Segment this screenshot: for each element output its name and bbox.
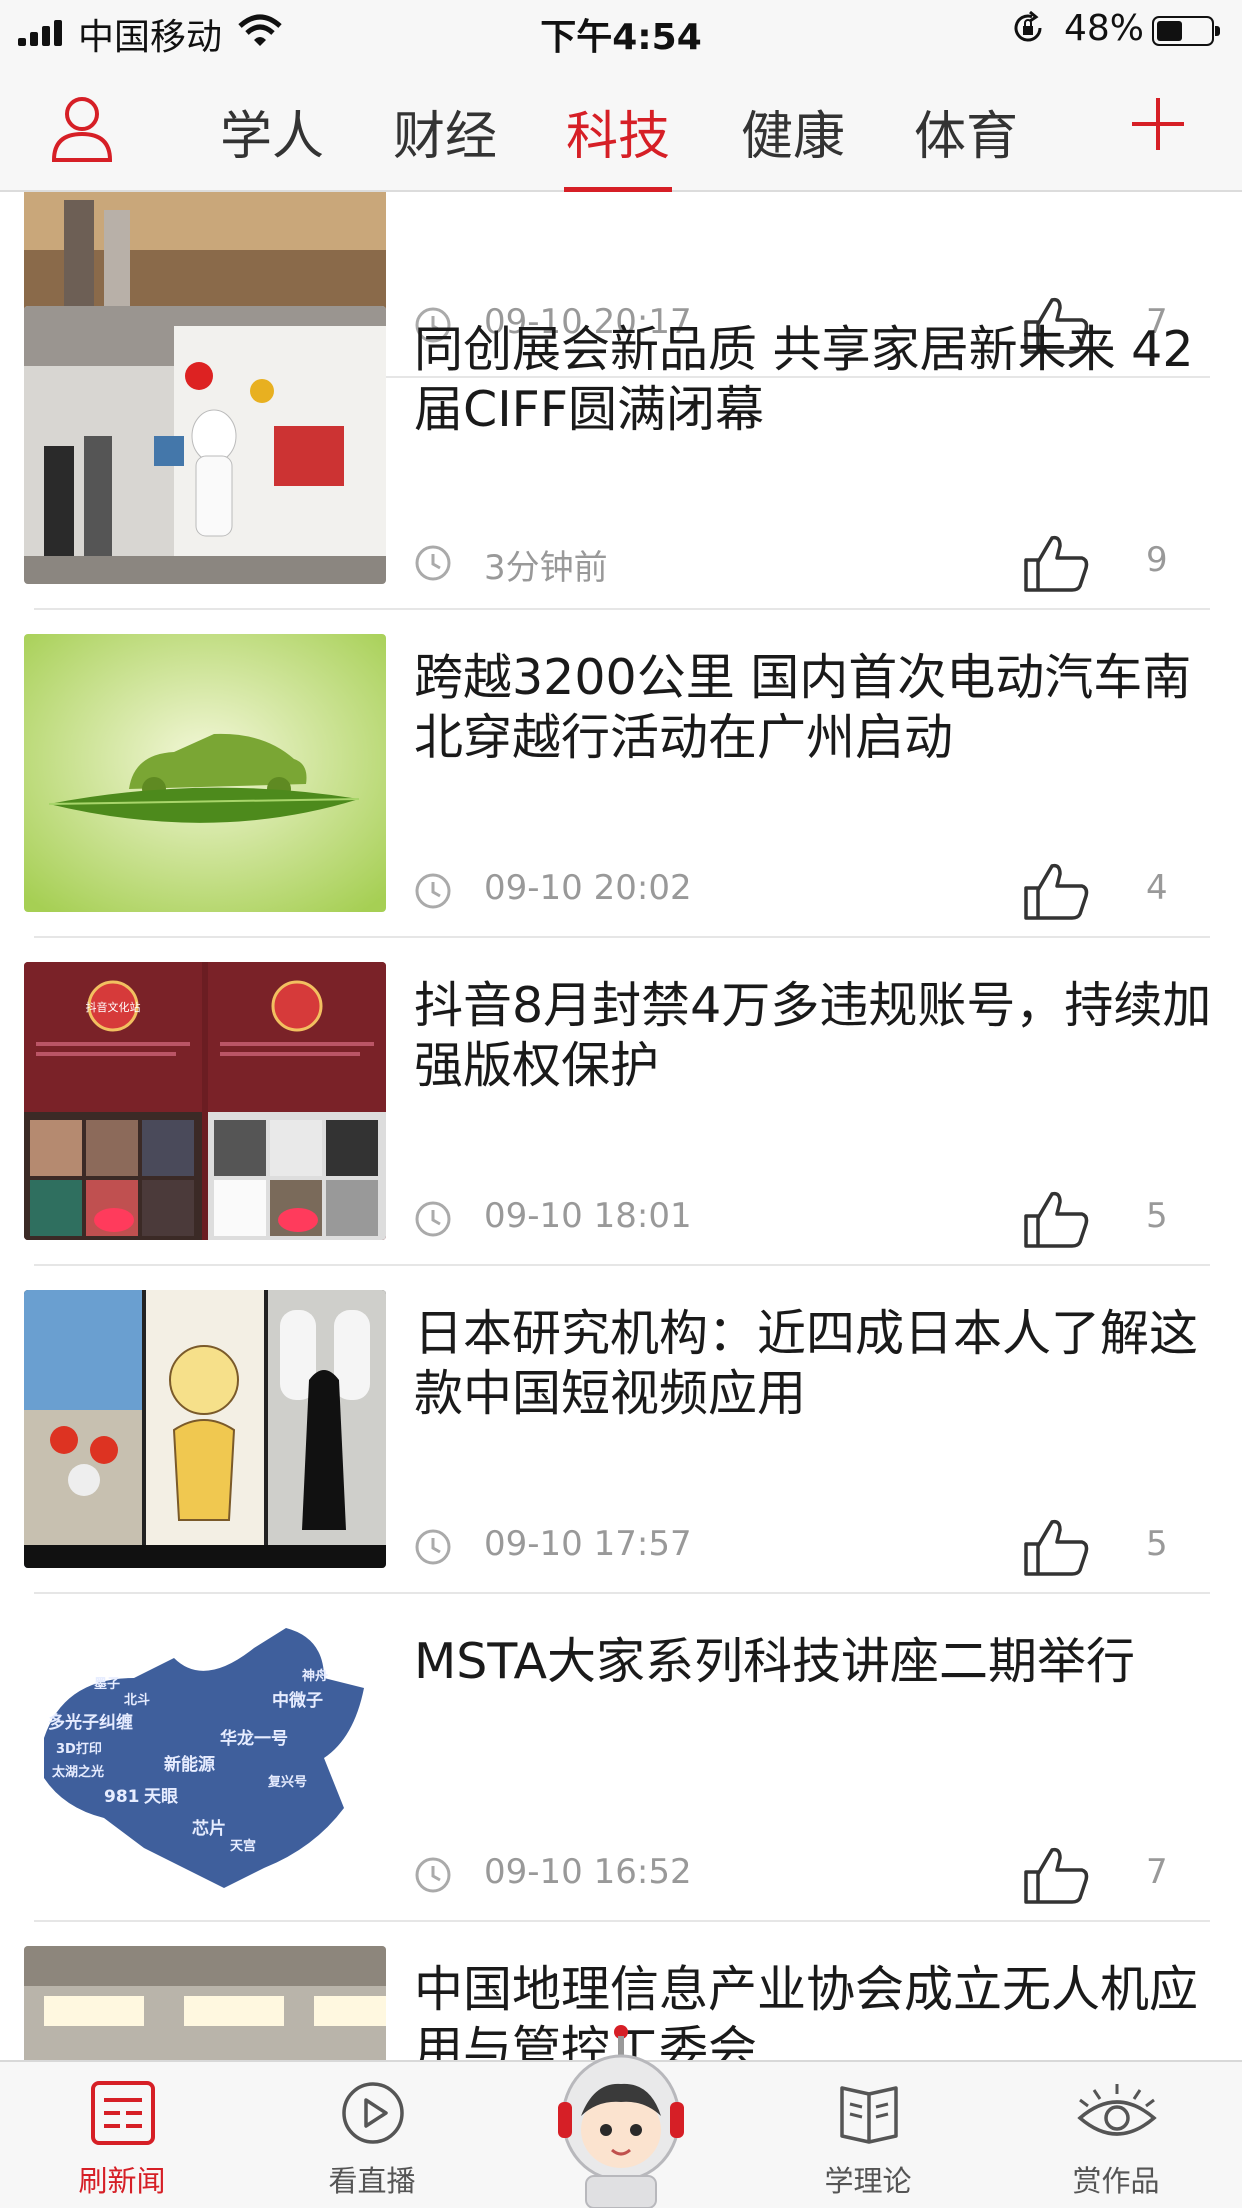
battery-level (1157, 21, 1182, 41)
publish-time: 09-10 20:02 (484, 868, 692, 908)
eye-icon (1077, 2084, 1157, 2136)
tab-live[interactable]: 看直播 (282, 2062, 462, 2210)
clock-time: 下午4:54 (540, 17, 702, 58)
news-title[interactable]: 抖音8月封禁4万多违规账号，持续加强版权保护 (414, 976, 1214, 1096)
map-word: 天宫 (230, 1838, 256, 1854)
tab-works-label: 赏作品 (1072, 2164, 1160, 2198)
news-item[interactable]: 抖音文化站 抖音8月封禁4万多违规账号，持续加强版权保护 09-10 18:01… (0, 962, 1242, 1290)
news-feed[interactable]: 09-10 20:17 7 同创展会新品质 共享家居新未来 42届CIFF圆满闭 (0, 192, 1242, 2060)
book-icon (840, 2086, 898, 2144)
map-word: 北斗 (124, 1693, 150, 1708)
plus-icon[interactable] (1128, 94, 1188, 154)
news-item[interactable]: 日本研究机构：近四成日本人了解这款中国短视频应用 09-10 17:57 5 (0, 1290, 1242, 1618)
news-title[interactable]: 日本研究机构：近四成日本人了解这款中国短视频应用 (414, 1304, 1214, 1424)
clock-icon (415, 545, 451, 581)
divider (34, 1592, 1210, 1594)
tab-keji[interactable]: 科技 (564, 94, 672, 192)
like-count: 4 (1146, 868, 1168, 908)
news-title[interactable]: 同创展会新品质 共享家居新未来 42届CIFF圆满闭幕 (414, 320, 1214, 440)
news-thumbnail (24, 1946, 386, 2060)
tab-tiyu[interactable]: 体育 (912, 94, 1020, 192)
news-title[interactable]: MSTA大家系列科技讲座二期举行 (414, 1632, 1214, 1692)
divider (34, 936, 1210, 938)
news-item[interactable]: 跨越3200公里 国内首次电动汽车南北穿越行活动在广州启动 09-10 20:0… (0, 634, 1242, 962)
map-word: 芯片 (192, 1818, 226, 1839)
map-word: 中微子 (272, 1690, 323, 1711)
map-word: 天眼 (144, 1787, 178, 1807)
orientation-lock-icon (1014, 10, 1042, 42)
like-count: 7 (1146, 1852, 1168, 1892)
tab-jiankang[interactable]: 健康 (739, 94, 847, 192)
clock-icon (415, 1529, 451, 1565)
news-thumbnail (24, 634, 386, 912)
tab-live-label: 看直播 (328, 2164, 416, 2198)
news-thumbnail: 多光子纠缠 3D打印 太湖之光 981 天眼 新能源 芯片 天宫 中微子 神舟 … (24, 1618, 386, 1896)
publish-time: 09-10 18:01 (484, 1196, 692, 1236)
thumbs-up-icon[interactable] (1022, 532, 1090, 594)
battery-percent: 48% (1064, 8, 1145, 49)
thumbs-up-icon[interactable] (1022, 1844, 1090, 1906)
tab-theory[interactable]: 学理论 (778, 2062, 958, 2210)
map-word: 多光子纠缠 (48, 1712, 133, 1733)
map-word: 华龙一号 (220, 1728, 288, 1749)
map-word: 981 (104, 1787, 140, 1807)
news-item[interactable]: 同创展会新品质 共享家居新未来 42届CIFF圆满闭幕 3分钟前 9 (0, 306, 1242, 634)
douyin-badge: 抖音文化站 (86, 1000, 141, 1014)
like-count: 5 (1146, 1196, 1168, 1236)
clock-icon (415, 1201, 451, 1237)
map-word: 神舟 (302, 1668, 328, 1684)
news-icon (91, 2081, 155, 2145)
news-title[interactable]: 跨越3200公里 国内首次电动汽车南北穿越行活动在广州启动 (414, 648, 1214, 768)
news-item[interactable]: 多光子纠缠 3D打印 太湖之光 981 天眼 新能源 芯片 天宫 中微子 神舟 … (0, 1618, 1242, 1946)
map-word: 太湖之光 (51, 1764, 104, 1780)
tab-caijing[interactable]: 财经 (391, 94, 499, 192)
publish-time: 3分钟前 (484, 548, 608, 588)
user-icon[interactable] (50, 94, 114, 164)
publish-time: 09-10 16:52 (484, 1852, 692, 1892)
map-word: 3D打印 (56, 1741, 102, 1757)
battery-icon (1152, 16, 1220, 46)
publish-time: 09-10 17:57 (484, 1524, 692, 1564)
tab-works[interactable]: 赏作品 (1026, 2062, 1206, 2210)
news-thumbnail (24, 1290, 386, 1568)
divider (34, 608, 1210, 610)
tab-theory-label: 学理论 (824, 2164, 912, 2198)
thumbs-up-icon[interactable] (1022, 860, 1090, 922)
news-thumbnail (24, 306, 386, 584)
clock-icon (415, 873, 451, 909)
news-thumbnail: 抖音文化站 (24, 962, 386, 1240)
like-count: 5 (1146, 1524, 1168, 1564)
divider (34, 1264, 1210, 1266)
like-count: 9 (1146, 540, 1168, 580)
thumbs-up-icon[interactable] (1022, 1516, 1090, 1578)
status-bar: 中国移动 下午4:54 48% (0, 0, 1242, 64)
robot-mascot-icon[interactable] (554, 2018, 688, 2208)
tab-news[interactable]: 刷新闻 (32, 2062, 212, 2210)
category-nav: 学人 财经 科技 健康 体育 (0, 64, 1242, 192)
map-word: 新能源 (164, 1754, 215, 1775)
news-title[interactable]: 中国地理信息产业协会成立无人机应用与管控工委会 (414, 1960, 1214, 2060)
tab-xueren[interactable]: 学人 (218, 94, 326, 192)
divider (34, 1920, 1210, 1922)
clock-icon (415, 1857, 451, 1893)
map-word: 复兴号 (267, 1774, 307, 1790)
tab-news-label: 刷新闻 (78, 2164, 166, 2198)
map-word: 墨子 (94, 1677, 120, 1692)
play-icon (342, 2082, 404, 2144)
thumbs-up-icon[interactable] (1022, 1188, 1090, 1250)
